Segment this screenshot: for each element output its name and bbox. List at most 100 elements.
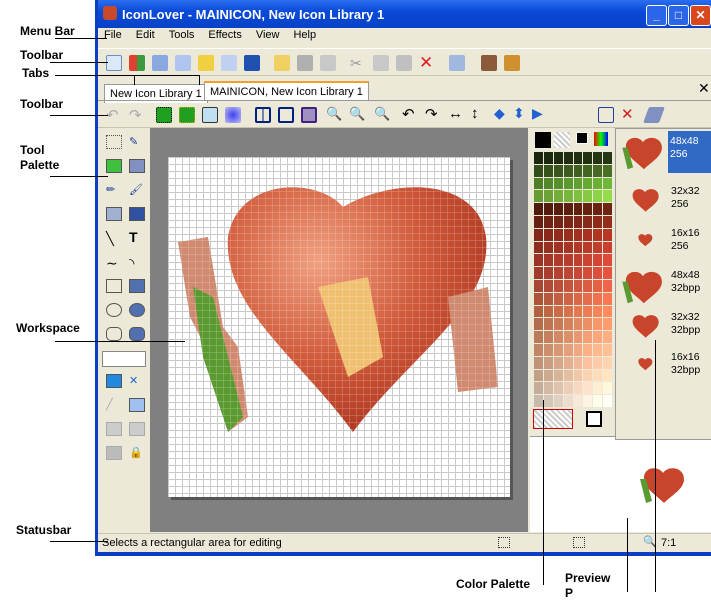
color-swatch[interactable] [573, 382, 583, 395]
color-swatch[interactable] [603, 228, 612, 241]
pattern-grid-icon[interactable] [301, 107, 317, 123]
eraser-icon[interactable] [643, 107, 665, 123]
color-swatch[interactable] [573, 152, 583, 164]
color-swatch[interactable] [583, 241, 593, 254]
color-swatch[interactable] [583, 152, 593, 164]
color-swatch[interactable] [543, 356, 553, 369]
color-swatch[interactable] [563, 241, 573, 254]
icon-format-item[interactable]: 48x48 256 [616, 131, 711, 173]
move-left-icon[interactable]: ◆ [494, 105, 510, 121]
zoom-in-icon[interactable]: 🔍 [326, 106, 342, 122]
color-swatch[interactable] [534, 395, 543, 407]
color-swatch[interactable] [543, 369, 553, 382]
opaque-mode-tool[interactable] [106, 374, 122, 388]
color-swatch[interactable] [583, 331, 593, 343]
color-swatch[interactable] [563, 190, 573, 203]
menu-help[interactable]: Help [293, 29, 316, 41]
color-swatch[interactable] [553, 190, 563, 203]
color-swatch[interactable] [563, 215, 573, 228]
color-swatch[interactable] [593, 279, 603, 292]
color-swatch[interactable] [603, 241, 612, 254]
color-swatch[interactable] [563, 331, 573, 343]
color-swatch[interactable] [543, 228, 553, 241]
color-swatch[interactable] [573, 279, 583, 292]
color-swatch[interactable] [573, 190, 583, 203]
menu-view[interactable]: View [256, 29, 280, 41]
color-swatch[interactable] [543, 395, 553, 407]
color-swatch[interactable] [573, 305, 583, 318]
foreground-color[interactable] [535, 132, 551, 148]
fill-tool[interactable] [129, 207, 145, 221]
save-icon[interactable] [297, 55, 313, 71]
open-folder-icon[interactable] [274, 55, 290, 71]
color-swatch[interactable] [563, 356, 573, 369]
properties-icon[interactable] [449, 55, 465, 71]
color-swatch[interactable] [603, 203, 612, 215]
pencil-tool[interactable]: ✏ [106, 183, 122, 197]
icon-format-item[interactable]: 16x16 32bpp [616, 347, 711, 389]
color-swatch[interactable] [603, 177, 612, 190]
color-swatch[interactable] [553, 164, 563, 177]
color-swatch[interactable] [593, 331, 603, 343]
color-swatch[interactable] [563, 369, 573, 382]
color-swatch[interactable] [573, 164, 583, 177]
color-swatch[interactable] [534, 356, 543, 369]
color-swatch[interactable] [534, 203, 543, 215]
color-swatch[interactable] [553, 292, 563, 305]
flip-vertical-icon[interactable]: ↕ [471, 105, 487, 122]
new-animated-cursor-icon[interactable] [198, 55, 214, 71]
color-swatch[interactable] [563, 395, 573, 407]
color-swatch[interactable] [563, 382, 573, 395]
clone-tool[interactable] [106, 422, 122, 436]
color-swatch[interactable] [573, 395, 583, 407]
color-swatch[interactable] [534, 369, 543, 382]
extract-icon[interactable] [221, 55, 237, 71]
color-swatch[interactable] [583, 254, 593, 267]
color-swatch[interactable] [583, 190, 593, 203]
menu-effects[interactable]: Effects [208, 29, 241, 41]
color-swatch[interactable] [543, 203, 553, 215]
color-swatch[interactable] [593, 254, 603, 267]
icon-format-item[interactable]: 16x16 256 [616, 223, 711, 265]
color-swatch[interactable] [543, 164, 553, 177]
color-swatch[interactable] [534, 305, 543, 318]
color-swatch[interactable] [553, 382, 563, 395]
move-updown-icon[interactable]: ⬍ [513, 105, 529, 121]
color-swatch[interactable] [583, 292, 593, 305]
color-swatch[interactable] [583, 279, 593, 292]
new-image-icon[interactable] [129, 55, 145, 71]
color-swatch[interactable] [603, 382, 612, 395]
color-swatch[interactable] [553, 369, 563, 382]
spray-tool[interactable] [106, 207, 122, 221]
color-swatch[interactable] [603, 267, 612, 279]
text-tool[interactable]: T [129, 229, 145, 245]
color-swatch[interactable] [593, 305, 603, 318]
color-swatch[interactable] [553, 177, 563, 190]
rotate-right-icon[interactable]: ↷ [425, 105, 441, 123]
color-swatch[interactable] [543, 279, 553, 292]
menu-edit[interactable]: Edit [136, 29, 155, 41]
color-picker-icon[interactable] [594, 132, 608, 146]
color-swatch[interactable] [583, 318, 593, 331]
color-swatch[interactable] [603, 331, 612, 343]
color-swatch[interactable] [573, 356, 583, 369]
color-swatch[interactable] [563, 292, 573, 305]
color-swatch[interactable] [573, 318, 583, 331]
color-swatch[interactable] [593, 369, 603, 382]
filled-rounded-rect-tool[interactable] [129, 327, 145, 341]
color-swatch[interactable] [543, 190, 553, 203]
icon-format-item[interactable]: 32x32 32bpp [616, 307, 711, 349]
minimize-button[interactable]: _ [646, 5, 667, 26]
color-swatch[interactable] [553, 356, 563, 369]
color-swatch[interactable] [603, 279, 612, 292]
color-swatch[interactable] [534, 215, 543, 228]
color-swatch[interactable] [603, 369, 612, 382]
color-swatch[interactable] [563, 279, 573, 292]
color-swatch[interactable] [583, 395, 593, 407]
lock-tool[interactable]: 🔒 [129, 446, 145, 460]
color-swatch[interactable] [534, 190, 543, 203]
color-swatch[interactable] [553, 279, 563, 292]
transparent-mode-tool[interactable]: ✕ [129, 374, 145, 388]
zoom-out-icon[interactable]: 🔍 [349, 106, 365, 122]
line-tool[interactable]: ╲ [106, 231, 122, 246]
